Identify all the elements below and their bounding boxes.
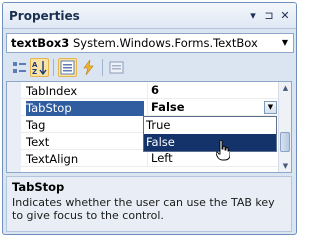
chevron-down-icon[interactable]: ▼: [277, 34, 293, 52]
close-icon[interactable]: ✕: [278, 9, 292, 23]
autohide-pin-icon[interactable]: ⊐: [262, 9, 276, 23]
svg-text:Z: Z: [32, 68, 37, 76]
properties-window: Properties ▾ ⊐ ✕ textBox3 System.Windows…: [2, 2, 297, 235]
object-name: textBox3: [11, 36, 70, 50]
property-value: False: [151, 100, 185, 114]
property-value-combo[interactable]: False ▼: [147, 100, 279, 116]
hand-cursor-icon: [216, 140, 230, 161]
property-name: TabStop: [26, 101, 144, 116]
vertical-scrollbar[interactable]: ▲ ▼: [278, 82, 291, 172]
tabstop-dropdown-list: True False: [143, 116, 277, 152]
categorized-icon[interactable]: [10, 58, 29, 77]
toolbar-separator: [53, 59, 54, 76]
property-name: TextAlign: [26, 152, 79, 166]
title-bar[interactable]: Properties ▾ ⊐ ✕: [3, 3, 296, 29]
properties-toolbar: A Z: [6, 56, 294, 80]
property-row-textalign[interactable]: TextAlign Left: [21, 151, 279, 167]
object-selector[interactable]: textBox3 System.Windows.Forms.TextBox ▼: [6, 33, 294, 53]
property-value[interactable]: Left: [147, 151, 279, 167]
description-title: TabStop: [12, 180, 65, 194]
description-text: Indicates whether the user can use the T…: [12, 196, 275, 222]
chevron-down-icon[interactable]: ▼: [264, 101, 277, 114]
grid-gutter: [7, 82, 21, 172]
property-row-tabindex[interactable]: TabIndex 6: [21, 83, 279, 99]
scroll-down-icon[interactable]: ▼: [279, 160, 291, 172]
window-title: Properties: [9, 9, 80, 23]
properties-icon[interactable]: [58, 58, 77, 77]
property-name: TabIndex: [26, 84, 78, 98]
property-value[interactable]: 6: [147, 83, 279, 99]
alphabetical-icon[interactable]: A Z: [30, 58, 49, 77]
property-name: Text: [26, 135, 50, 149]
scrollbar-thumb[interactable]: [280, 132, 290, 152]
dropdown-option-false[interactable]: False: [144, 134, 276, 151]
events-lightning-icon[interactable]: [79, 58, 98, 77]
dropdown-option-true[interactable]: True: [144, 117, 276, 134]
property-row-tabstop[interactable]: TabStop False ▼: [21, 100, 279, 116]
property-pages-icon[interactable]: [107, 58, 126, 77]
object-type: System.Windows.Forms.TextBox: [72, 36, 258, 50]
property-name: Tag: [26, 118, 46, 132]
scroll-up-icon[interactable]: ▲: [279, 82, 291, 94]
toolbar-separator: [102, 59, 103, 76]
description-panel: TabStop Indicates whether the user can u…: [6, 176, 292, 232]
window-position-dropdown-icon[interactable]: ▾: [246, 9, 260, 23]
